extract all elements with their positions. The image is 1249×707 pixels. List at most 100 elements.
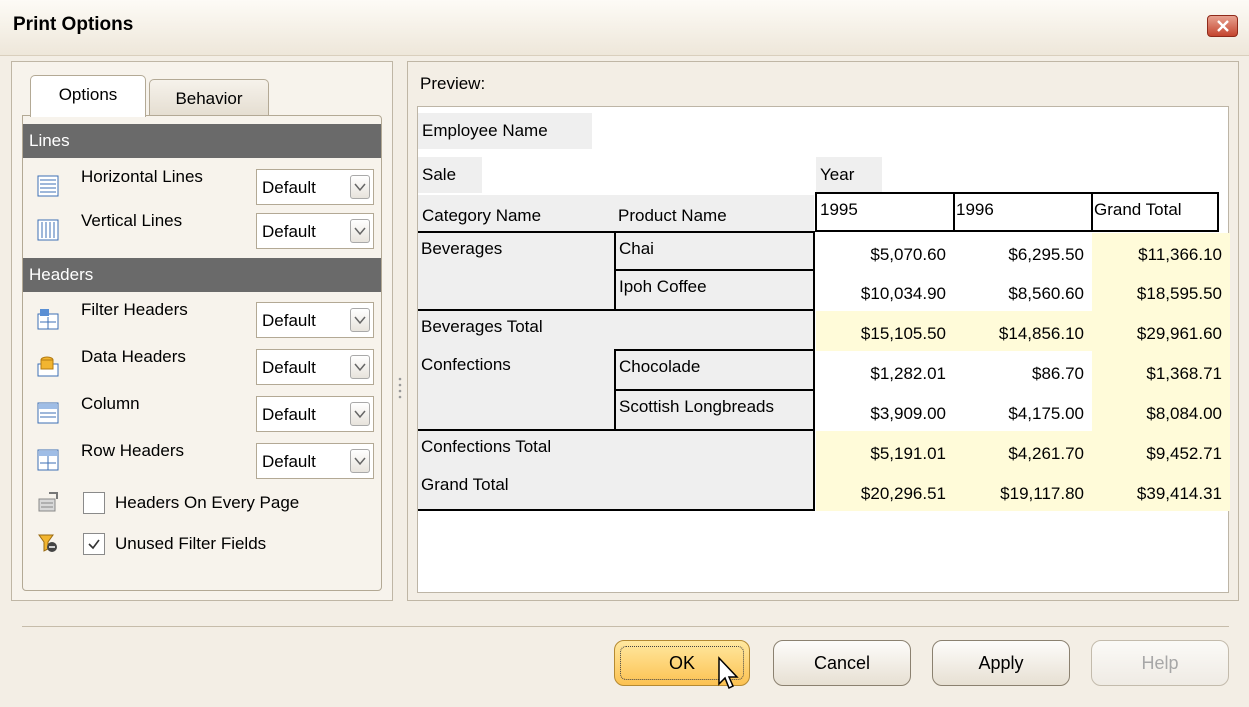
dropdown-button[interactable] xyxy=(350,308,370,332)
chevron-down-icon xyxy=(354,363,366,372)
data-cell: $19,117.80 xyxy=(954,471,1092,511)
option-label: Horizontal Lines xyxy=(81,167,203,186)
option-label: Data Headers xyxy=(81,347,186,366)
option-label: Filter Headers xyxy=(81,300,188,319)
data-headers-select[interactable]: Default xyxy=(256,349,374,385)
grip-icon xyxy=(398,377,402,399)
data-cell: $8,084.00 xyxy=(1092,391,1230,431)
data-cell: $86.70 xyxy=(1032,364,1084,383)
horizontal-lines-select[interactable]: Default xyxy=(256,169,374,205)
column-field-header: Year xyxy=(816,157,882,193)
data-cell: $39,414.31 xyxy=(1092,471,1230,511)
data-cell: $6,295.50 xyxy=(1008,245,1084,264)
dropdown-button[interactable] xyxy=(350,355,370,379)
vertical-lines-icon xyxy=(37,219,59,241)
row-header-product: Ipoh Coffee xyxy=(614,269,815,311)
row-field-header-category: Category Name xyxy=(418,195,614,233)
unused-filter-fields-checkbox[interactable] xyxy=(83,533,105,555)
column-header: 1996 xyxy=(953,192,1093,232)
option-horizontal-lines: Horizontal Lines Default xyxy=(23,163,381,207)
close-icon xyxy=(1217,20,1229,32)
chevron-down-icon xyxy=(354,227,366,236)
data-cell: $5,070.60 xyxy=(870,245,946,264)
headers-every-page-checkbox[interactable] xyxy=(83,492,105,514)
window-title: Print Options xyxy=(13,14,134,35)
section-headers: Headers xyxy=(23,258,381,292)
mouse-cursor-icon xyxy=(718,656,739,690)
row-header-product: Scottish Longbreads xyxy=(614,389,815,431)
row-header-category: Beverages xyxy=(418,231,616,311)
select-value: Default xyxy=(262,405,316,424)
data-cell: $4,175.00 xyxy=(1008,404,1084,423)
chevron-down-icon xyxy=(354,410,366,419)
tab-behavior[interactable]: Behavior xyxy=(149,79,269,117)
tab-options[interactable]: Options xyxy=(30,75,146,117)
option-data-headers: Data Headers Default xyxy=(23,343,381,387)
filter-headers-select[interactable]: Default xyxy=(256,302,374,338)
column-select[interactable]: Default xyxy=(256,396,374,432)
data-cell: $14,856.10 xyxy=(954,311,1092,351)
dropdown-button[interactable] xyxy=(350,219,370,243)
unused-filter-fields-label: Unused Filter Fields xyxy=(115,534,267,553)
preview-panel: Preview: Employee Name Sale Year Categor… xyxy=(407,61,1239,601)
data-cell: $3,909.00 xyxy=(870,404,946,423)
chevron-down-icon xyxy=(354,183,366,192)
column-header: Grand Total xyxy=(1091,192,1219,232)
vertical-lines-select[interactable]: Default xyxy=(256,213,374,249)
row-header-total: Beverages Total xyxy=(418,309,815,351)
select-value: Default xyxy=(262,358,316,377)
headers-every-page-row: Headers On Every Page xyxy=(23,485,381,523)
data-cell: $18,595.50 xyxy=(1092,271,1230,311)
button-bar-separator xyxy=(22,626,1229,627)
option-row-headers: Row Headers Default xyxy=(23,437,381,481)
select-value: Default xyxy=(262,222,316,241)
row-header-product: Chai xyxy=(614,231,815,271)
option-label: Row Headers xyxy=(81,441,184,460)
close-button[interactable] xyxy=(1207,15,1238,37)
row-headers-select[interactable]: Default xyxy=(256,443,374,479)
data-field-header: Sale xyxy=(418,157,482,193)
dropdown-button[interactable] xyxy=(350,175,370,199)
data-cell: $4,261.70 xyxy=(954,431,1092,471)
preview-label: Preview: xyxy=(420,74,486,93)
data-cell: $11,366.10 xyxy=(1092,233,1230,271)
dropdown-button[interactable] xyxy=(350,402,370,426)
data-cell: $10,034.90 xyxy=(860,284,946,303)
cancel-button[interactable]: Cancel xyxy=(773,640,911,686)
filter-headers-icon xyxy=(37,309,59,330)
help-button[interactable]: Help xyxy=(1091,640,1229,686)
column-header: 1995 xyxy=(815,192,955,232)
data-headers-icon xyxy=(37,356,59,377)
chevron-down-icon xyxy=(354,316,366,325)
options-panel: Options Behavior Lines Horizontal Lines … xyxy=(11,61,393,601)
data-cell: $29,961.60 xyxy=(1092,311,1230,351)
option-column: Column Default xyxy=(23,390,381,434)
option-label: Column xyxy=(81,394,140,413)
row-header-category: Confections xyxy=(418,349,616,431)
data-cell: $15,105.50 xyxy=(816,311,954,351)
select-value: Default xyxy=(262,452,316,471)
tab-panel-options: Lines Horizontal Lines Default Vertical … xyxy=(22,115,382,591)
select-value: Default xyxy=(262,178,316,197)
title-bar: Print Options xyxy=(0,0,1249,56)
panel-splitter[interactable] xyxy=(396,61,406,601)
dropdown-button[interactable] xyxy=(350,449,370,473)
row-header-grand-total: Grand Total xyxy=(418,469,815,511)
chevron-down-icon xyxy=(354,457,366,466)
option-label: Vertical Lines xyxy=(81,211,183,230)
data-cell: $1,368.71 xyxy=(1092,351,1230,391)
dialog-client: Options Behavior Lines Horizontal Lines … xyxy=(0,56,1249,707)
column-icon xyxy=(37,402,59,424)
print-headers-icon xyxy=(38,492,58,512)
select-value: Default xyxy=(262,311,316,330)
apply-button[interactable]: Apply xyxy=(932,640,1070,686)
headers-every-page-label: Headers On Every Page xyxy=(115,493,300,512)
data-cell: $20,296.51 xyxy=(816,471,954,511)
data-cell: $1,282.01 xyxy=(870,364,946,383)
data-cell: $9,452.71 xyxy=(1092,431,1230,471)
check-icon xyxy=(88,539,100,550)
data-cell: $5,191.01 xyxy=(816,431,954,471)
unused-filter-fields-row: Unused Filter Fields xyxy=(23,526,381,564)
option-filter-headers: Filter Headers Default xyxy=(23,296,381,340)
row-field-header-product: Product Name xyxy=(614,195,814,233)
